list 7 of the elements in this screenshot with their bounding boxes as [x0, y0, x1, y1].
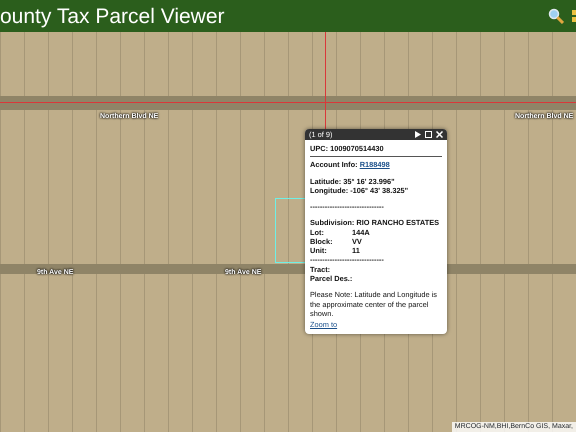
aerial-map-background[interactable]: [0, 32, 576, 432]
next-icon[interactable]: [415, 131, 421, 138]
search-icon[interactable]: [548, 8, 564, 24]
grid-icon[interactable]: [572, 9, 576, 23]
app-title: ounty Tax Parcel Viewer: [0, 6, 225, 26]
close-icon[interactable]: [436, 131, 443, 138]
maximize-icon[interactable]: [425, 131, 432, 138]
